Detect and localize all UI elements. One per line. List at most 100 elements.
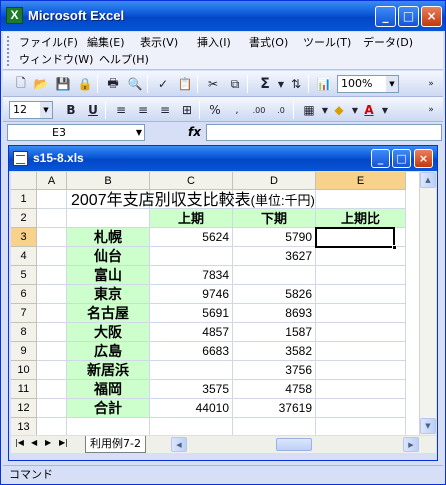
cell[interactable] bbox=[37, 228, 67, 247]
percent-style-icon[interactable]: % bbox=[205, 100, 225, 120]
row-header[interactable]: 9 bbox=[11, 342, 37, 361]
cell[interactable] bbox=[37, 266, 67, 285]
maximize-button[interactable]: □ bbox=[398, 6, 419, 27]
cell[interactable] bbox=[37, 380, 67, 399]
cell[interactable] bbox=[37, 361, 67, 380]
scroll-left-icon[interactable]: ◀ bbox=[171, 437, 187, 452]
first-half-cell[interactable]: 5691 bbox=[150, 304, 233, 323]
first-half-cell[interactable]: 4857 bbox=[150, 323, 233, 342]
branch-cell[interactable]: 仙台 bbox=[67, 247, 150, 266]
first-half-cell[interactable] bbox=[150, 247, 233, 266]
cut-icon[interactable]: ✂ bbox=[203, 74, 223, 94]
second-half-cell[interactable]: 3627 bbox=[233, 247, 316, 266]
branch-cell[interactable]: 大阪 bbox=[67, 323, 150, 342]
first-half-cell[interactable]: 44010 bbox=[150, 399, 233, 418]
menu-edit[interactable]: 編集(E) bbox=[87, 35, 125, 51]
branch-cell[interactable]: 札幌 bbox=[67, 228, 150, 247]
cell[interactable] bbox=[67, 209, 150, 228]
row-header[interactable]: 3 bbox=[11, 228, 37, 247]
ratio-cell[interactable] bbox=[316, 266, 406, 285]
cell[interactable] bbox=[37, 323, 67, 342]
zoom-combo[interactable]: 100% ▼ bbox=[337, 75, 399, 93]
save-icon[interactable]: 💾 bbox=[53, 74, 73, 94]
insert-function-icon[interactable]: fx bbox=[188, 125, 201, 139]
print-icon[interactable]: 🖶 bbox=[103, 74, 123, 94]
sort-ascending-icon[interactable]: ⇅ bbox=[286, 74, 306, 94]
prev-sheet-icon[interactable]: ◀ bbox=[31, 438, 37, 447]
new-icon[interactable]: 🗋 bbox=[11, 74, 31, 94]
formula-input[interactable] bbox=[206, 124, 442, 141]
row-header[interactable]: 13 bbox=[11, 418, 37, 435]
ratio-cell[interactable] bbox=[316, 361, 406, 380]
branch-cell[interactable]: 富山 bbox=[67, 266, 150, 285]
cell[interactable] bbox=[37, 190, 67, 209]
research-icon[interactable]: 📋 bbox=[175, 74, 195, 94]
row-header[interactable]: 8 bbox=[11, 323, 37, 342]
workbook-title-bar[interactable]: s15-8.xls _ □ × bbox=[9, 146, 437, 171]
row-header[interactable]: 4 bbox=[11, 247, 37, 266]
second-half-cell[interactable]: 4758 bbox=[233, 380, 316, 399]
last-sheet-icon[interactable]: ▶| bbox=[59, 438, 68, 447]
first-half-cell[interactable]: 7834 bbox=[150, 266, 233, 285]
cell[interactable] bbox=[37, 399, 67, 418]
first-half-cell[interactable]: 5624 bbox=[150, 228, 233, 247]
row-header[interactable]: 10 bbox=[11, 361, 37, 380]
align-center-icon[interactable]: ≡ bbox=[133, 100, 153, 120]
second-half-cell[interactable]: 3582 bbox=[233, 342, 316, 361]
merge-center-icon[interactable]: ⊞ bbox=[177, 100, 197, 120]
column-header[interactable]: C bbox=[150, 172, 233, 190]
first-half-cell[interactable]: 9746 bbox=[150, 285, 233, 304]
column-label-cell[interactable]: 上期比 bbox=[316, 209, 406, 228]
menu-file[interactable]: ファイル(F) bbox=[19, 35, 78, 51]
first-half-cell[interactable]: 6683 bbox=[150, 342, 233, 361]
cell[interactable] bbox=[316, 190, 406, 209]
ratio-cell[interactable] bbox=[316, 380, 406, 399]
comma-style-icon[interactable]: , bbox=[227, 100, 247, 120]
horizontal-scroll-thumb[interactable] bbox=[276, 438, 312, 451]
row-header[interactable]: 7 bbox=[11, 304, 37, 323]
decrease-decimal-icon[interactable]: .0 bbox=[271, 100, 291, 120]
name-box[interactable]: E3 ▼ bbox=[7, 124, 145, 141]
row-header[interactable]: 5 bbox=[11, 266, 37, 285]
cell[interactable] bbox=[37, 418, 67, 435]
fill-handle[interactable] bbox=[392, 245, 397, 250]
branch-cell[interactable]: 名古屋 bbox=[67, 304, 150, 323]
menu-insert[interactable]: 挿入(I) bbox=[197, 35, 231, 51]
cell[interactable] bbox=[316, 418, 406, 435]
branch-cell[interactable]: 広島 bbox=[67, 342, 150, 361]
first-half-cell[interactable]: 3575 bbox=[150, 380, 233, 399]
menu-help[interactable]: ヘルプ(H) bbox=[99, 52, 149, 68]
chevron-down-icon[interactable]: ▼ bbox=[386, 76, 398, 92]
workbook-close-button[interactable]: × bbox=[414, 149, 433, 168]
menu-view[interactable]: 表示(V) bbox=[140, 35, 178, 51]
ratio-cell[interactable] bbox=[316, 323, 406, 342]
next-sheet-icon[interactable]: ▶ bbox=[45, 438, 51, 447]
column-label-cell[interactable]: 下期 bbox=[233, 209, 316, 228]
scroll-up-icon[interactable]: ▲ bbox=[420, 172, 436, 188]
spreadsheet-grid[interactable]: A B C D E 1 2 上期 下期 上期比 3 札幌 5624 5790 4 仙台 3627 5 富山 7834 6… bbox=[11, 172, 419, 435]
row-header[interactable]: 11 bbox=[11, 380, 37, 399]
ratio-cell[interactable] bbox=[316, 304, 406, 323]
menu-window[interactable]: ウィンドウ(W) bbox=[19, 52, 93, 68]
branch-cell[interactable]: 新居浜 bbox=[67, 361, 150, 380]
second-half-cell[interactable] bbox=[233, 266, 316, 285]
cell[interactable] bbox=[150, 418, 233, 435]
cell[interactable] bbox=[233, 418, 316, 435]
cell[interactable] bbox=[67, 418, 150, 435]
second-half-cell[interactable]: 5790 bbox=[233, 228, 316, 247]
chevron-down-icon[interactable]: ▼ bbox=[375, 100, 395, 120]
chart-wizard-icon[interactable]: 📊 bbox=[314, 74, 334, 94]
font-size-combo[interactable]: 12 ▼ bbox=[9, 101, 53, 119]
cell[interactable] bbox=[37, 304, 67, 323]
row-header[interactable]: 6 bbox=[11, 285, 37, 304]
menu-data[interactable]: データ(D) bbox=[363, 35, 413, 51]
column-header[interactable]: B bbox=[67, 172, 150, 190]
column-label-cell[interactable]: 上期 bbox=[150, 209, 233, 228]
ratio-cell[interactable] bbox=[316, 342, 406, 361]
select-all-corner[interactable] bbox=[11, 172, 37, 190]
menu-format[interactable]: 書式(O) bbox=[249, 35, 288, 51]
ratio-cell[interactable] bbox=[316, 285, 406, 304]
second-half-cell[interactable]: 3756 bbox=[233, 361, 316, 380]
open-icon[interactable]: 📂 bbox=[31, 74, 51, 94]
toolbar-options-icon[interactable]: » bbox=[421, 74, 441, 94]
